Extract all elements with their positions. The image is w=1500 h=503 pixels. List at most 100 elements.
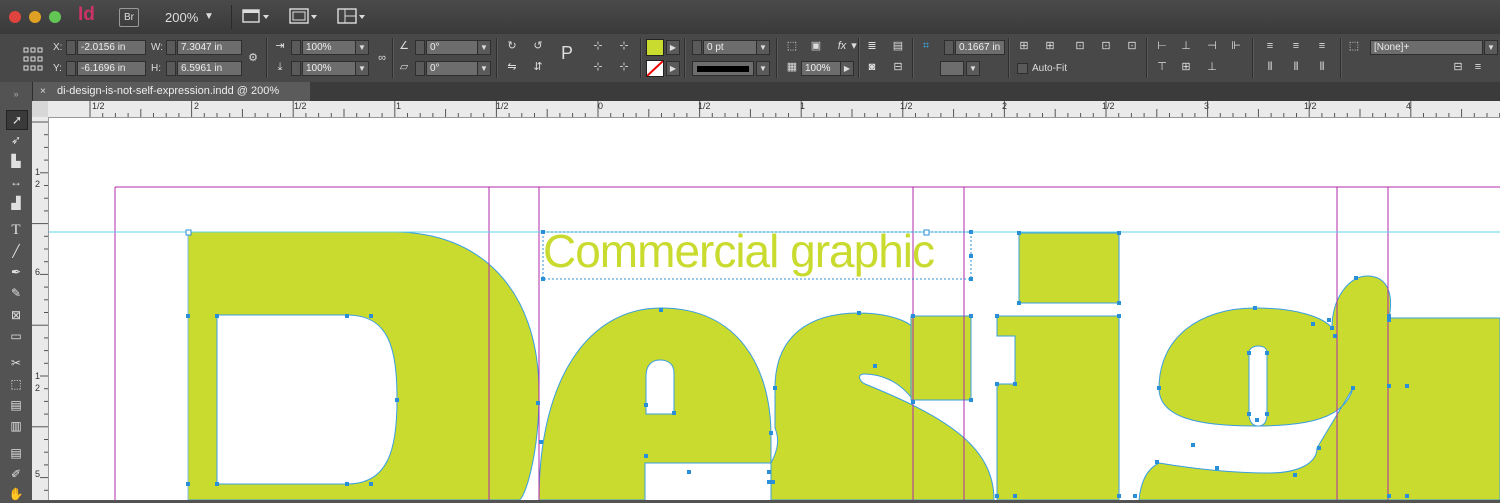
reference-point-icon[interactable] bbox=[22, 44, 44, 74]
scale-x-stepper[interactable] bbox=[291, 40, 301, 55]
flip-vertical-icon[interactable]: ⇵ bbox=[530, 60, 546, 74]
distribute-top-edges-icon[interactable]: ≡ bbox=[1262, 39, 1278, 53]
scale-x-field[interactable]: 100% bbox=[302, 40, 357, 55]
commercial-graphic-text[interactable]: Commercial graphic bbox=[543, 224, 935, 278]
center-content-icon[interactable]: ⊡ bbox=[1072, 39, 1088, 53]
select-container-icon[interactable]: ⊹ bbox=[590, 39, 606, 53]
document-tab[interactable]: × di-design-is-not-self-expression.indd … bbox=[32, 82, 310, 101]
scale-y-stepper[interactable] bbox=[291, 61, 301, 76]
effects-icon[interactable]: fx bbox=[834, 39, 850, 53]
content-collector-tool-icon[interactable]: ▟ bbox=[6, 194, 26, 212]
rotation-angle-field[interactable]: 0° bbox=[426, 40, 479, 55]
arrange-documents-icon[interactable] bbox=[337, 8, 367, 24]
align-left-edges-icon[interactable]: ⊢ bbox=[1154, 39, 1170, 53]
gradient-swatch-tool-icon[interactable]: ▤ bbox=[6, 396, 26, 414]
x-position-field[interactable]: -2.0156 in bbox=[77, 40, 146, 55]
text-wrap-shape-icon[interactable]: ◙ bbox=[864, 60, 880, 74]
chevron-down-icon[interactable]: ▼ bbox=[477, 61, 491, 76]
stroke-weight-stepper[interactable] bbox=[692, 40, 702, 55]
height-field[interactable]: 6.5961 in bbox=[177, 61, 242, 76]
line-tool-icon[interactable]: ╱ bbox=[6, 242, 26, 260]
fit-frame-to-content-icon[interactable]: ⊞ bbox=[1042, 39, 1058, 53]
shear-angle-field[interactable]: 0° bbox=[426, 61, 479, 76]
chevron-down-icon[interactable]: ▼ bbox=[204, 11, 214, 22]
close-tab-icon[interactable]: × bbox=[40, 82, 46, 101]
fill-menu-arrow[interactable]: ▶ bbox=[666, 40, 680, 55]
type-tool-icon[interactable]: T bbox=[6, 221, 26, 239]
bridge-button[interactable]: Br bbox=[119, 8, 139, 27]
align-right-edges-icon[interactable]: ⊣ bbox=[1204, 39, 1220, 53]
width-field[interactable]: 7.3047 in bbox=[177, 40, 242, 55]
direct-selection-tool-icon[interactable]: ➶ bbox=[6, 131, 26, 149]
eyedropper-tool-icon[interactable]: ✐ bbox=[6, 465, 26, 483]
scissors-tool-icon[interactable]: ✂ bbox=[6, 354, 26, 372]
chevron-down-icon[interactable]: ▼ bbox=[966, 61, 980, 76]
text-wrap-bounding-icon[interactable]: ▤ bbox=[890, 39, 906, 53]
corner-shape-field[interactable] bbox=[940, 61, 964, 76]
document-canvas[interactable]: Commercial graphic bbox=[49, 118, 1500, 500]
y-stepper[interactable] bbox=[66, 61, 76, 76]
y-position-field[interactable]: -6.1696 in bbox=[77, 61, 146, 76]
chevron-down-icon[interactable]: ▼ bbox=[477, 40, 491, 55]
hand-tool-icon[interactable]: ✋ bbox=[6, 485, 26, 503]
screen-mode-icon[interactable] bbox=[289, 8, 319, 24]
gradient-feather-tool-icon[interactable]: ▥ bbox=[6, 417, 26, 435]
minimize-window-button[interactable] bbox=[29, 11, 41, 23]
rotate-ccw-icon[interactable]: ↺ bbox=[530, 39, 546, 53]
autofit-checkbox[interactable] bbox=[1017, 63, 1028, 74]
scale-y-field[interactable]: 100% bbox=[302, 61, 357, 76]
page-tool-icon[interactable]: ▙ bbox=[6, 152, 26, 170]
fill-frame-proportionally-icon[interactable]: ⊡ bbox=[1098, 39, 1114, 53]
chevron-down-icon[interactable]: ▼ bbox=[756, 40, 770, 55]
distribute-vertical-centers-icon[interactable]: ≡ bbox=[1288, 39, 1304, 53]
panel-collapse-icon[interactable]: » bbox=[6, 85, 26, 103]
rectangle-frame-tool-icon[interactable]: ⊠ bbox=[6, 306, 26, 324]
chevron-down-icon[interactable]: ▼ bbox=[355, 40, 369, 55]
panel-menu-icon[interactable]: ≡ bbox=[1470, 60, 1486, 74]
distribute-bottom-edges-icon[interactable]: ≡ bbox=[1314, 39, 1330, 53]
stroke-style-icon[interactable]: ⬚ bbox=[784, 39, 800, 53]
w-stepper[interactable] bbox=[166, 40, 176, 55]
rotate-cw-icon[interactable]: ↻ bbox=[504, 39, 520, 53]
fit-content-proportionally-icon[interactable]: ⊡ bbox=[1124, 39, 1140, 53]
constrain-proportions-icon[interactable]: ⚙ bbox=[245, 51, 261, 65]
corner-options-icon[interactable]: ⌗ bbox=[918, 39, 934, 53]
fill-swatch[interactable] bbox=[646, 39, 664, 56]
opacity-field[interactable]: 100% bbox=[801, 61, 842, 76]
selection-tool-icon[interactable]: ➚ bbox=[6, 110, 28, 130]
drop-shadow-icon[interactable]: ▣ bbox=[808, 39, 824, 53]
text-wrap-jump-icon[interactable]: ⊟ bbox=[890, 60, 906, 74]
rotate-stepper[interactable] bbox=[415, 40, 425, 55]
align-top-edges-icon[interactable]: ⊤ bbox=[1154, 60, 1170, 74]
align-bottom-edges-icon[interactable]: ⊥ bbox=[1204, 60, 1220, 74]
object-style-field[interactable]: [None]+ bbox=[1370, 40, 1483, 55]
select-previous-icon[interactable]: ⊹ bbox=[590, 60, 606, 74]
chevron-down-icon[interactable]: ▼ bbox=[756, 61, 770, 76]
select-next-icon[interactable]: ⊹ bbox=[616, 60, 632, 74]
ruler-origin[interactable] bbox=[32, 101, 49, 118]
view-options-icon[interactable] bbox=[242, 8, 270, 24]
zoom-level[interactable]: 200% bbox=[165, 10, 198, 25]
stroke-weight-field[interactable]: 0 pt bbox=[703, 40, 758, 55]
stroke-menu-arrow[interactable]: ▶ bbox=[666, 61, 680, 76]
corner-size-field[interactable]: 0.1667 in bbox=[955, 40, 1005, 55]
note-tool-icon[interactable]: ▤ bbox=[6, 444, 26, 462]
link-icon[interactable]: ∞ bbox=[374, 51, 390, 65]
select-content-icon[interactable]: ⊹ bbox=[616, 39, 632, 53]
rectangle-tool-icon[interactable]: ▭ bbox=[6, 327, 26, 345]
chevron-down-icon[interactable]: ▾ bbox=[850, 39, 858, 53]
text-wrap-none-icon[interactable]: ≣ bbox=[864, 39, 880, 53]
distribute-left-edges-icon[interactable]: ⦀ bbox=[1262, 60, 1278, 74]
distribute-horizontal-centers-icon[interactable]: ⦀ bbox=[1288, 60, 1304, 74]
flip-horizontal-icon[interactable]: ⇋ bbox=[504, 60, 520, 74]
corner-size-stepper[interactable] bbox=[944, 40, 954, 55]
stroke-type-field[interactable] bbox=[692, 61, 754, 76]
h-stepper[interactable] bbox=[166, 61, 176, 76]
align-vertical-centers-icon[interactable]: ⊞ bbox=[1178, 60, 1194, 74]
gap-tool-icon[interactable]: ↔ bbox=[6, 173, 26, 191]
vertical-ruler[interactable]: 1 2 6 1 2 5 bbox=[32, 117, 49, 500]
distribute-right-edges-icon[interactable]: ⦀ bbox=[1314, 60, 1330, 74]
align-horizontal-centers-icon[interactable]: ⊥ bbox=[1178, 39, 1194, 53]
zoom-window-button[interactable] bbox=[49, 11, 61, 23]
align-to-selection-icon[interactable]: ⊩ bbox=[1228, 39, 1244, 53]
